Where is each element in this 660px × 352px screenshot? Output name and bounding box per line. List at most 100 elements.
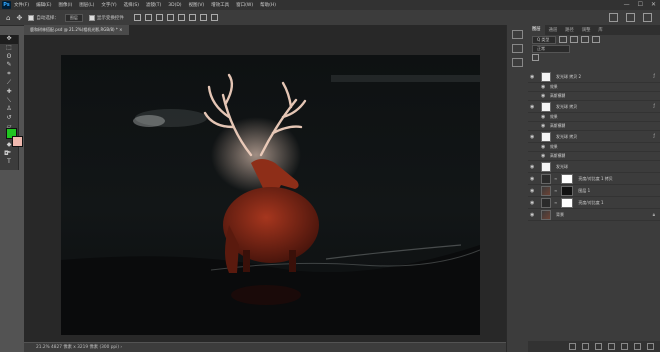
align-middle-icon[interactable] <box>177 14 185 21</box>
add-mask-icon[interactable] <box>595 343 602 350</box>
layer-row[interactable]: ◉ 发光球 拷贝 ƒ <box>528 101 660 113</box>
new-adjustment-icon[interactable] <box>608 343 615 350</box>
visibility-eye-icon[interactable]: ◉ <box>530 164 534 170</box>
minimize-button[interactable]: — <box>624 1 630 8</box>
align-center-icon[interactable] <box>144 14 152 21</box>
align-right-icon[interactable] <box>155 14 163 21</box>
type-tool-icon[interactable]: T <box>0 158 18 167</box>
menu-filter[interactable]: 滤镜(T) <box>146 2 161 8</box>
menu-type[interactable]: 文字(Y) <box>101 2 116 8</box>
pen-tool-icon[interactable]: ✒ <box>0 149 18 158</box>
link-layers-icon[interactable] <box>569 343 576 350</box>
layer-row[interactable]: ◉ 发光球 拷贝 2 ƒ <box>528 71 660 83</box>
add-style-icon[interactable] <box>582 343 589 350</box>
menu-3d[interactable]: 3D(D) <box>168 3 181 8</box>
close-button[interactable]: ✕ <box>651 1 656 8</box>
visibility-eye-icon[interactable]: ◉ <box>530 176 534 182</box>
tab-channels[interactable]: 通道 <box>545 27 562 33</box>
show-transform-checkbox[interactable] <box>88 14 95 21</box>
menu-layer[interactable]: 图层(L) <box>79 2 94 8</box>
tab-layers[interactable]: 图层 <box>528 25 545 35</box>
visibility-eye-icon[interactable]: ◉ <box>541 93 545 99</box>
visibility-eye-icon[interactable]: ◉ <box>530 74 534 80</box>
effect-row[interactable]: ◉ 效果 <box>528 113 660 122</box>
auto-select-option[interactable]: 自动选择： <box>28 14 59 21</box>
brush-tool-icon[interactable]: ⟍ <box>0 97 18 106</box>
visibility-eye-icon[interactable]: ◉ <box>530 188 534 194</box>
visibility-eye-icon[interactable]: ◉ <box>530 134 534 140</box>
mask-thumbnail[interactable] <box>561 185 574 196</box>
menu-view[interactable]: 视图(V) <box>189 2 205 8</box>
mask-thumbnail[interactable] <box>561 173 574 184</box>
new-layer-icon[interactable] <box>634 343 641 350</box>
document-canvas[interactable] <box>61 55 480 335</box>
history-brush-tool-icon[interactable]: ↺ <box>0 114 18 123</box>
share-icon[interactable] <box>643 13 652 22</box>
menu-select[interactable]: 选择(S) <box>124 2 139 8</box>
new-group-icon[interactable] <box>621 343 628 350</box>
history-panel-icon[interactable] <box>512 30 523 39</box>
layer-kind-dropdown[interactable]: Q 类型 <box>532 35 556 44</box>
show-transform-option[interactable]: 显示变换控件 <box>88 14 124 21</box>
align-top-icon[interactable] <box>166 14 174 21</box>
visibility-eye-icon[interactable]: ◉ <box>541 144 545 150</box>
align-left-icon[interactable] <box>133 14 141 21</box>
healing-brush-tool-icon[interactable]: ✚ <box>0 88 18 97</box>
lasso-tool-icon[interactable]: ʘ <box>0 53 18 62</box>
menu-help[interactable]: 帮助(H) <box>260 2 276 8</box>
search-icon[interactable] <box>609 13 618 22</box>
delete-layer-icon[interactable] <box>647 343 654 350</box>
effect-row[interactable]: ◉ 高斯模糊 <box>528 122 660 131</box>
layer-row[interactable]: ◉ ∞ 亮度/对比度 1 <box>528 197 660 209</box>
menu-plugins[interactable]: 增效工具 <box>211 2 229 8</box>
effect-row[interactable]: ◉ 高斯模糊 <box>528 92 660 101</box>
document-tab[interactable]: 鹿和树林搭配.psd @ 21.2%(相机光影,RGB/8) * × <box>24 25 129 35</box>
visibility-eye-icon[interactable]: ◉ <box>541 114 545 120</box>
effect-row[interactable]: ◉ 效果 <box>528 143 660 152</box>
auto-select-checkbox[interactable] <box>28 14 35 21</box>
quick-mask-icon[interactable]: ◘ <box>4 150 9 157</box>
properties-panel-icon[interactable] <box>512 44 523 53</box>
visibility-eye-icon[interactable]: ◉ <box>530 104 534 110</box>
crop-tool-icon[interactable]: ⌗ <box>0 70 18 79</box>
layer-row[interactable]: ◉ ∞ 图层 1 <box>528 185 660 197</box>
workspace-icon[interactable] <box>626 13 635 22</box>
fx-icon[interactable]: ƒ <box>653 134 655 139</box>
layer-row[interactable]: ◉ 发光球 拷贝 ƒ <box>528 131 660 143</box>
mask-thumbnail[interactable] <box>561 197 574 208</box>
menu-image[interactable]: 图像(I) <box>58 2 72 8</box>
eyedropper-tool-icon[interactable]: ⟋ <box>0 79 18 88</box>
layer-row[interactable]: ◉ ∞ 亮度/对比度 1 拷贝 <box>528 173 660 185</box>
tab-adjustments[interactable]: 调整 <box>578 27 595 33</box>
move-tool-icon[interactable]: ✥ <box>0 35 18 44</box>
type-filter-icon[interactable] <box>581 36 589 43</box>
align-bottom-icon[interactable] <box>188 14 196 21</box>
visibility-eye-icon[interactable]: ◉ <box>530 200 534 206</box>
more-options-icon[interactable] <box>210 14 218 21</box>
pixel-filter-icon[interactable] <box>559 36 567 43</box>
fx-icon[interactable]: ƒ <box>653 74 655 79</box>
marquee-tool-icon[interactable]: ⬚ <box>0 44 18 53</box>
home-icon[interactable]: ⌂ <box>6 14 10 22</box>
fx-icon[interactable]: ƒ <box>653 104 655 109</box>
menu-window[interactable]: 窗口(W) <box>236 2 253 8</box>
effect-row[interactable]: ◉ 效果 <box>528 83 660 92</box>
tab-libraries[interactable]: 库 <box>594 27 606 33</box>
visibility-eye-icon[interactable]: ◉ <box>541 84 545 90</box>
distribute-icon[interactable] <box>199 14 207 21</box>
layer-row[interactable]: ◉ 背景 🔒︎ <box>528 209 660 221</box>
layer-row[interactable]: ◉ 发光球 <box>528 161 660 173</box>
adjustments-panel-icon[interactable] <box>512 58 523 67</box>
background-color-swatch[interactable] <box>12 136 23 147</box>
effect-row[interactable]: ◉ 高斯模糊 <box>528 152 660 161</box>
adjustment-filter-icon[interactable] <box>570 36 578 43</box>
menu-file[interactable]: 文件(F) <box>14 2 29 8</box>
shape-filter-icon[interactable] <box>592 36 600 43</box>
auto-select-target-dropdown[interactable]: 图层 <box>64 13 83 22</box>
visibility-eye-icon[interactable]: ◉ <box>541 153 545 159</box>
menu-edit[interactable]: 编辑(E) <box>36 2 51 8</box>
visibility-eye-icon[interactable]: ◉ <box>530 212 534 218</box>
quick-select-tool-icon[interactable]: ✎ <box>0 61 18 70</box>
tab-paths[interactable]: 路径 <box>561 27 578 33</box>
blend-mode-dropdown[interactable]: 正常 <box>532 44 570 53</box>
